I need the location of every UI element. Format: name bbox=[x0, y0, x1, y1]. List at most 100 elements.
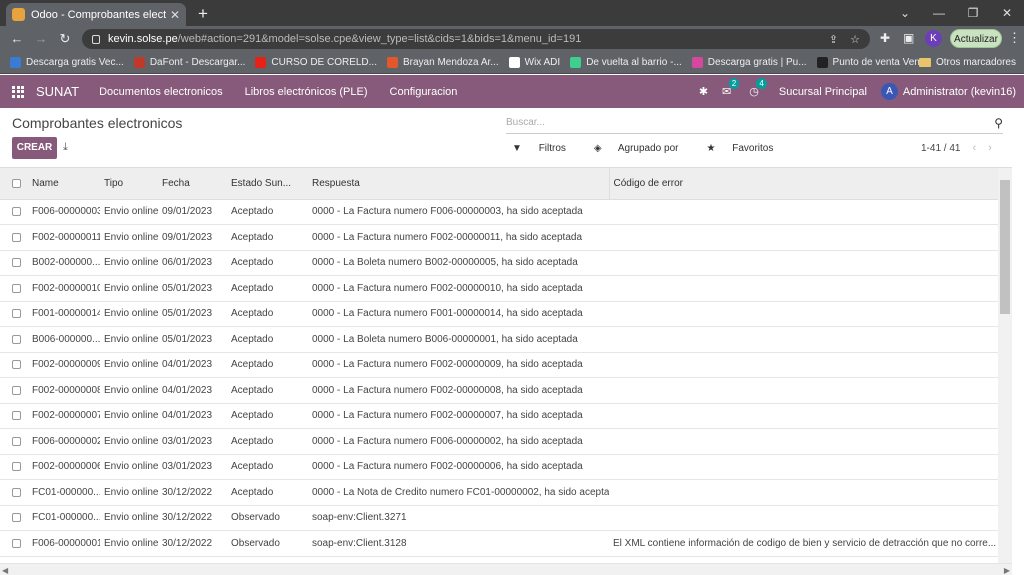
user-menu[interactable]: Administrator (kevin16) bbox=[903, 86, 1016, 98]
row-checkbox[interactable] bbox=[12, 309, 21, 319]
row-select-cell[interactable] bbox=[0, 352, 28, 378]
scroll-right-icon[interactable]: ▶ bbox=[1004, 566, 1010, 575]
row-checkbox[interactable] bbox=[12, 513, 21, 523]
row-select-cell[interactable] bbox=[0, 250, 28, 276]
row-checkbox[interactable] bbox=[12, 538, 21, 548]
lock-icon[interactable] bbox=[92, 34, 100, 44]
search-input[interactable]: Buscar... bbox=[506, 117, 994, 128]
menu-libros-electronicos[interactable]: Libros electrónicos (PLE) bbox=[245, 86, 368, 98]
table-row[interactable]: FC01-000000... Envio online 30/12/2022 Acep… bbox=[0, 479, 998, 506]
close-window-icon[interactable]: ✕ bbox=[990, 0, 1024, 26]
row-select-cell[interactable] bbox=[0, 377, 28, 404]
other-bookmarks[interactable]: Otros marcadores bbox=[918, 57, 1016, 68]
row-select-cell[interactable] bbox=[0, 479, 28, 506]
table-row[interactable]: FC01-000000... Envio online 30/12/2022 Obse… bbox=[0, 505, 998, 531]
bookmark-star-icon[interactable]: ☆ bbox=[850, 33, 860, 46]
row-checkbox[interactable] bbox=[12, 258, 21, 268]
row-checkbox[interactable] bbox=[12, 360, 21, 370]
bookmark-item[interactable]: Punto de venta Ven... bbox=[816, 57, 928, 68]
menu-configuracion[interactable]: Configuracion bbox=[390, 86, 458, 98]
column-header-tipo[interactable]: Tipo bbox=[100, 168, 158, 200]
search-bar[interactable]: Buscar... ⚲ bbox=[506, 112, 1003, 134]
row-select-cell[interactable] bbox=[0, 428, 28, 455]
row-checkbox[interactable] bbox=[12, 334, 21, 344]
close-tab-icon[interactable]: ✕ bbox=[170, 8, 180, 22]
table-row[interactable]: F002-00000008 Envio online 04/01/2023 Acept… bbox=[0, 377, 998, 404]
row-checkbox[interactable] bbox=[12, 462, 21, 472]
new-tab-icon[interactable]: + bbox=[194, 4, 212, 24]
activities-clock-icon[interactable]: ◷ 4 bbox=[749, 78, 767, 98]
table-row[interactable]: F002-00000011 Envio online 09/01/2023 Acept… bbox=[0, 224, 998, 251]
back-icon[interactable]: ← bbox=[8, 30, 26, 48]
restore-icon[interactable]: ❐ bbox=[956, 0, 990, 26]
row-checkbox[interactable] bbox=[12, 283, 21, 293]
browser-menu-icon[interactable]: ⋮ bbox=[1008, 30, 1021, 46]
row-select-cell[interactable] bbox=[0, 326, 28, 353]
column-header-estado[interactable]: Estado Sun... bbox=[227, 168, 308, 200]
table-row[interactable]: B006-000000... Envio online 05/01/2023 Acep… bbox=[0, 326, 998, 353]
row-select-cell[interactable] bbox=[0, 530, 28, 557]
select-all-cell[interactable] bbox=[0, 168, 28, 200]
table-row[interactable]: B002-000000... Envio online 06/01/2023 Acep… bbox=[0, 250, 998, 276]
url-text[interactable]: kevin.solse.pe/web#action=291&model=sols… bbox=[108, 33, 817, 45]
row-checkbox[interactable] bbox=[12, 436, 21, 446]
row-checkbox[interactable] bbox=[12, 232, 21, 242]
row-checkbox[interactable] bbox=[12, 487, 21, 497]
browser-tab[interactable]: Odoo - Comprobantes electronicos ✕ bbox=[6, 3, 186, 26]
extensions-puzzle-icon[interactable]: ✚ bbox=[880, 31, 890, 45]
bookmark-item[interactable]: Descarga gratis Vec... bbox=[10, 57, 124, 68]
bookmark-item[interactable]: Descarga gratis | Pu... bbox=[691, 57, 807, 68]
row-select-cell[interactable] bbox=[0, 224, 28, 251]
bug-icon[interactable]: ✱ bbox=[699, 85, 708, 98]
row-select-cell[interactable] bbox=[0, 505, 28, 531]
table-row[interactable]: F002-00000007 Envio online 04/01/2023 Acept… bbox=[0, 403, 998, 429]
bookmark-item[interactable]: CURSO DE CORELD... bbox=[255, 57, 377, 68]
address-bar[interactable]: kevin.solse.pe/web#action=291&model=sols… bbox=[82, 29, 870, 49]
horizontal-scrollbar[interactable]: ◀ ▶ bbox=[0, 563, 1012, 575]
forward-icon[interactable]: → bbox=[32, 30, 50, 48]
row-select-cell[interactable] bbox=[0, 301, 28, 327]
reload-icon[interactable]: ↻ bbox=[56, 30, 74, 48]
scroll-left-icon[interactable]: ◀ bbox=[2, 566, 8, 575]
messages-icon[interactable]: ✉ 2 bbox=[722, 78, 740, 98]
column-header-fecha[interactable]: Fecha bbox=[158, 168, 227, 200]
column-header-respuesta[interactable]: Respuesta bbox=[308, 168, 609, 200]
row-select-cell[interactable] bbox=[0, 199, 28, 225]
minimize-icon[interactable]: — bbox=[922, 0, 956, 26]
table-row[interactable]: F006-00000003 Envio online 09/01/2023 Acept… bbox=[0, 199, 998, 225]
row-select-cell[interactable] bbox=[0, 275, 28, 302]
table-row[interactable]: F001-00000014 Envio online 05/01/2023 Acept… bbox=[0, 301, 998, 327]
pager-previous-icon[interactable]: ‹ bbox=[972, 143, 976, 154]
company-switcher[interactable]: Sucursal Principal bbox=[779, 86, 867, 98]
pager-next-icon[interactable]: › bbox=[988, 143, 992, 154]
column-header-codigo-error[interactable]: Código de error bbox=[608, 168, 998, 200]
side-panel-icon[interactable]: ▣ bbox=[903, 31, 914, 45]
bookmark-item[interactable]: Brayan Mendoza Ar... bbox=[387, 57, 499, 68]
share-icon[interactable]: ⇪ bbox=[829, 33, 838, 46]
column-header-name[interactable]: Name bbox=[28, 168, 100, 200]
row-select-cell[interactable] bbox=[0, 403, 28, 429]
create-button[interactable]: CREAR bbox=[12, 137, 57, 159]
table-row[interactable]: F006-00000001 Envio online 30/12/2022 Obser… bbox=[0, 530, 998, 557]
table-row[interactable]: F002-00000010 Envio online 05/01/2023 Acept… bbox=[0, 275, 998, 302]
app-brand[interactable]: SUNAT bbox=[36, 84, 79, 99]
table-row[interactable]: F006-00000002 Envio online 03/01/2023 Acept… bbox=[0, 428, 998, 455]
row-select-cell[interactable] bbox=[0, 454, 28, 480]
update-button[interactable]: Actualizar bbox=[950, 29, 1002, 48]
table-row[interactable]: F002-00000006 Envio online 03/01/2023 Acept… bbox=[0, 454, 998, 480]
download-icon[interactable]: ⤓ bbox=[63, 141, 68, 154]
menu-documentos-electronicos[interactable]: Documentos electronicos bbox=[99, 86, 223, 98]
groupby-dropdown[interactable]: ◈ Agrupado por bbox=[594, 143, 693, 154]
vertical-scrollbar[interactable] bbox=[998, 168, 1012, 563]
search-icon[interactable]: ⚲ bbox=[994, 116, 1003, 130]
pager-value[interactable]: 1-41 / 41 bbox=[921, 143, 960, 154]
user-avatar[interactable]: A bbox=[880, 83, 898, 100]
bookmark-item[interactable]: De vuelta al barrio -... bbox=[570, 57, 682, 68]
bookmark-item[interactable]: Wix ADI bbox=[508, 57, 560, 68]
filters-dropdown[interactable]: ▼ Filtros bbox=[512, 143, 580, 154]
favorites-dropdown[interactable]: ★ Favoritos bbox=[706, 143, 787, 154]
bookmark-item[interactable]: DaFont - Descargar... bbox=[133, 57, 245, 68]
apps-menu-icon[interactable] bbox=[12, 85, 24, 98]
row-checkbox[interactable] bbox=[12, 385, 21, 395]
row-checkbox[interactable] bbox=[12, 411, 21, 421]
